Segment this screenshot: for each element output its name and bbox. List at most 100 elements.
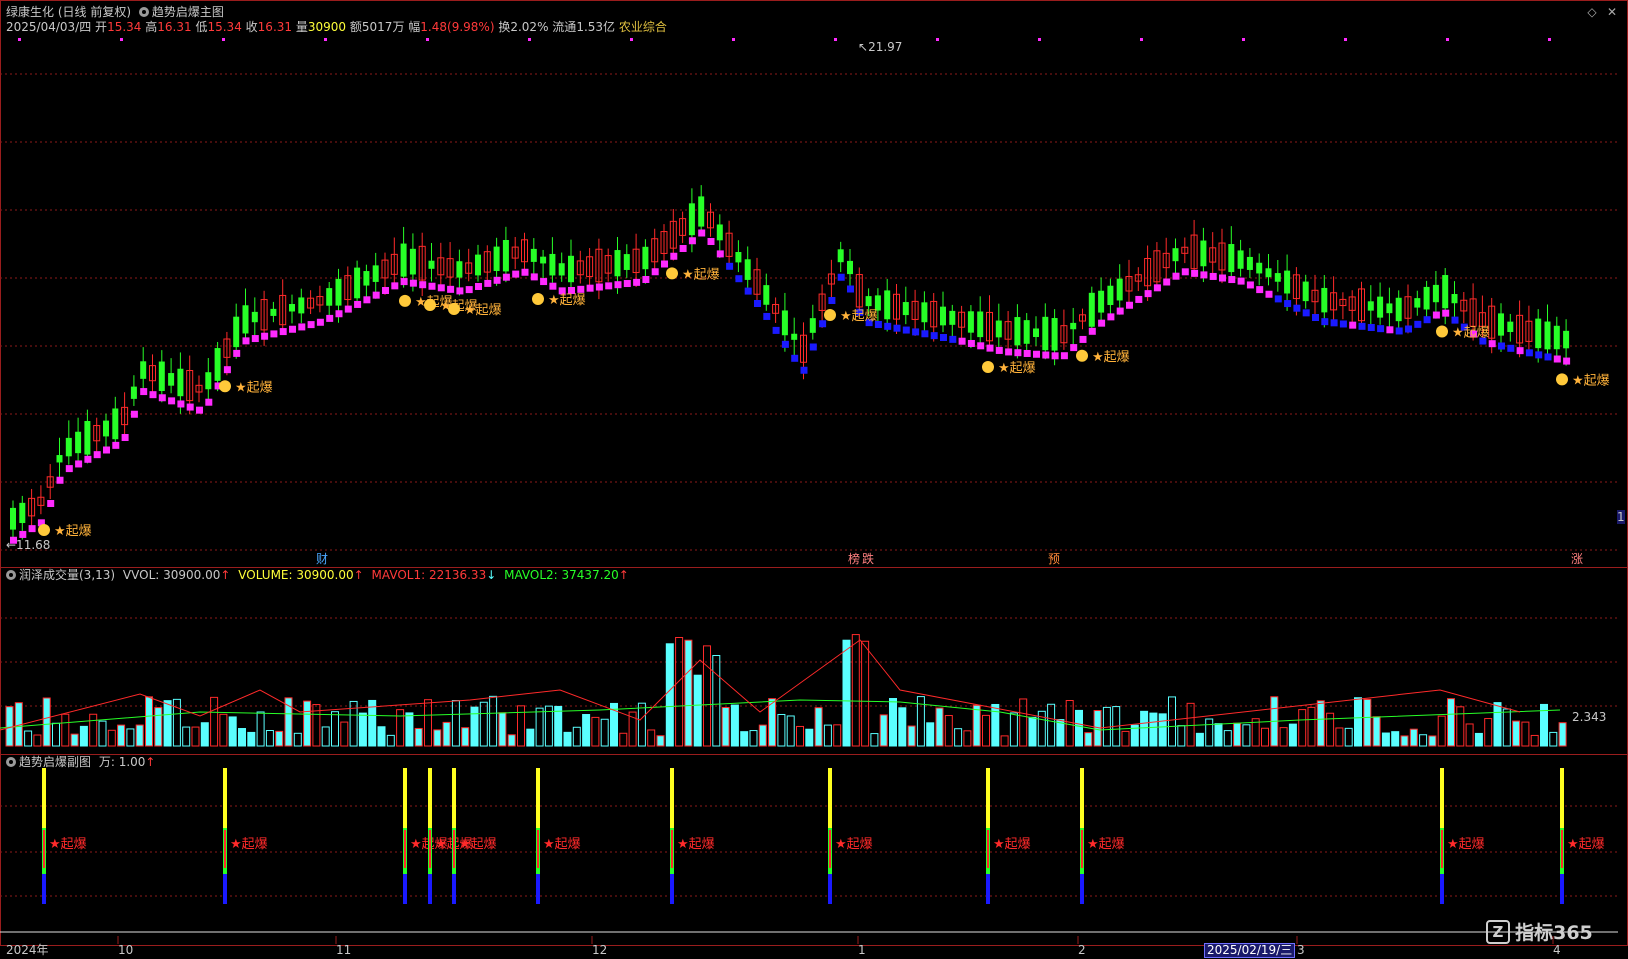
trend-dot bbox=[233, 349, 241, 357]
sub-signal-bar bbox=[403, 874, 407, 904]
event-marker-finance[interactable]: 财 bbox=[316, 552, 328, 566]
volume-bar bbox=[1363, 698, 1372, 747]
volume-bar bbox=[135, 724, 144, 747]
sub-signal-bar bbox=[828, 768, 832, 828]
sub-signal-core bbox=[537, 830, 539, 868]
trend-dot bbox=[1321, 318, 1329, 326]
volume-bar bbox=[489, 695, 498, 747]
volume-panel-header: 润泽成交量(3,13) VVOL: 30900.00↑ VOLUME: 3090… bbox=[6, 568, 629, 582]
sub-indicator-name[interactable]: 趋势启爆副图 bbox=[19, 755, 91, 769]
volume-right-value: 2.343 bbox=[1572, 710, 1607, 724]
candle-body bbox=[781, 310, 788, 336]
trend-dot bbox=[716, 250, 724, 258]
volume-indicator-name[interactable]: 润泽成交量(3,13) bbox=[19, 568, 115, 582]
volume-bar bbox=[879, 714, 888, 747]
event-marker-ranking[interactable]: 榜 bbox=[848, 552, 860, 566]
volume-bar bbox=[1223, 730, 1232, 747]
candle-body bbox=[251, 311, 258, 323]
volume-bar bbox=[1288, 723, 1297, 747]
chart-canvas[interactable]: ★起爆 ★起爆 ★起爆 ★起爆 ★起爆 ★起爆 ★起爆 ★起爆 ★起爆 ★起爆 ★起爆 ★起爆 ★起爆 ★… bbox=[0, 0, 1628, 959]
volume-value: VOLUME: 30900.00 bbox=[238, 568, 354, 582]
main-signal-label: ★起爆 bbox=[1092, 350, 1130, 365]
candle-body bbox=[1274, 273, 1281, 282]
volume-bar bbox=[768, 698, 777, 747]
volume-bar bbox=[1205, 718, 1214, 747]
trend-dot bbox=[400, 278, 408, 286]
signal-smiley-icon bbox=[399, 294, 411, 307]
trend-dot bbox=[1367, 323, 1375, 331]
volume-bar bbox=[619, 732, 628, 747]
volume-bar bbox=[424, 699, 432, 747]
trend-dot bbox=[1432, 311, 1440, 319]
candle-body bbox=[1451, 294, 1458, 304]
signal-dot bbox=[1446, 38, 1449, 41]
volume-bar bbox=[1465, 723, 1474, 747]
event-marker-fall[interactable]: 跌 bbox=[862, 552, 874, 566]
volume-bar bbox=[926, 722, 935, 747]
trend-dot bbox=[1228, 276, 1236, 284]
eye-icon[interactable] bbox=[6, 570, 16, 580]
trend-dot bbox=[205, 398, 213, 406]
signal-dot bbox=[936, 38, 939, 41]
trend-dot bbox=[1005, 348, 1013, 356]
right-edge-value: 1 bbox=[1617, 510, 1625, 524]
event-marker-rise[interactable]: 涨 bbox=[1571, 552, 1583, 566]
trend-dot bbox=[1191, 269, 1199, 277]
trend-dot bbox=[65, 465, 73, 473]
trend-dot bbox=[391, 282, 399, 290]
volume-bar bbox=[991, 703, 1000, 747]
candle-body bbox=[1386, 303, 1393, 314]
sub-unit-value: 万: 1.00 bbox=[98, 755, 146, 769]
trend-dot bbox=[521, 268, 529, 276]
trend-dot bbox=[1098, 319, 1106, 327]
signal-smiley-icon bbox=[219, 380, 231, 393]
trend-dot bbox=[940, 334, 947, 341]
sub-signal-bar bbox=[1080, 874, 1084, 904]
event-marker-forecast[interactable]: 预 bbox=[1048, 552, 1060, 566]
eye-icon[interactable] bbox=[6, 757, 16, 767]
trend-dot bbox=[1144, 290, 1152, 298]
trend-dot bbox=[549, 282, 557, 290]
volume-bar bbox=[1307, 706, 1316, 747]
trend-dot bbox=[196, 406, 203, 414]
sub-signal-label: ★起爆 bbox=[1447, 837, 1485, 852]
candle-body bbox=[1107, 285, 1114, 306]
main-signal-label: ★起爆 bbox=[548, 293, 586, 308]
sub-signal-label: ★起爆 bbox=[230, 837, 268, 852]
candle-body bbox=[205, 372, 212, 390]
volume-bar bbox=[1512, 720, 1521, 747]
trend-dot bbox=[837, 273, 845, 281]
volume-bar bbox=[1028, 716, 1037, 747]
trend-dot bbox=[1200, 271, 1208, 279]
signal-dot bbox=[222, 38, 225, 41]
volume-bar bbox=[1428, 735, 1437, 747]
trend-dot bbox=[1358, 322, 1366, 330]
volume-bar bbox=[703, 645, 711, 747]
volume-bar bbox=[107, 729, 116, 747]
time-label: 2024年 bbox=[6, 943, 49, 957]
candle-body bbox=[977, 311, 984, 338]
volume-bar bbox=[1140, 710, 1149, 747]
trend-dot bbox=[642, 276, 650, 283]
trend-dot bbox=[475, 283, 482, 290]
candle-body bbox=[233, 316, 240, 348]
trend-dot bbox=[847, 285, 854, 293]
trend-dot bbox=[800, 366, 808, 374]
candle-body bbox=[549, 253, 556, 276]
low-price-marker: ←11.68 bbox=[6, 538, 51, 552]
trend-dot bbox=[121, 434, 129, 441]
volume-bar bbox=[851, 634, 860, 747]
volume-bar bbox=[98, 720, 107, 747]
trend-dot bbox=[1516, 347, 1524, 355]
volume-bar bbox=[740, 731, 749, 747]
signal-smiley-icon bbox=[1436, 325, 1448, 338]
trend-dot bbox=[84, 455, 92, 463]
volume-bar bbox=[1409, 728, 1418, 747]
trend-dot bbox=[809, 343, 817, 351]
candle-body bbox=[1256, 262, 1263, 274]
volume-bar bbox=[572, 726, 581, 747]
signal-smiley-icon bbox=[424, 299, 436, 311]
trend-dot bbox=[512, 270, 520, 278]
trend-dot bbox=[56, 476, 64, 484]
trend-dot bbox=[819, 320, 827, 328]
